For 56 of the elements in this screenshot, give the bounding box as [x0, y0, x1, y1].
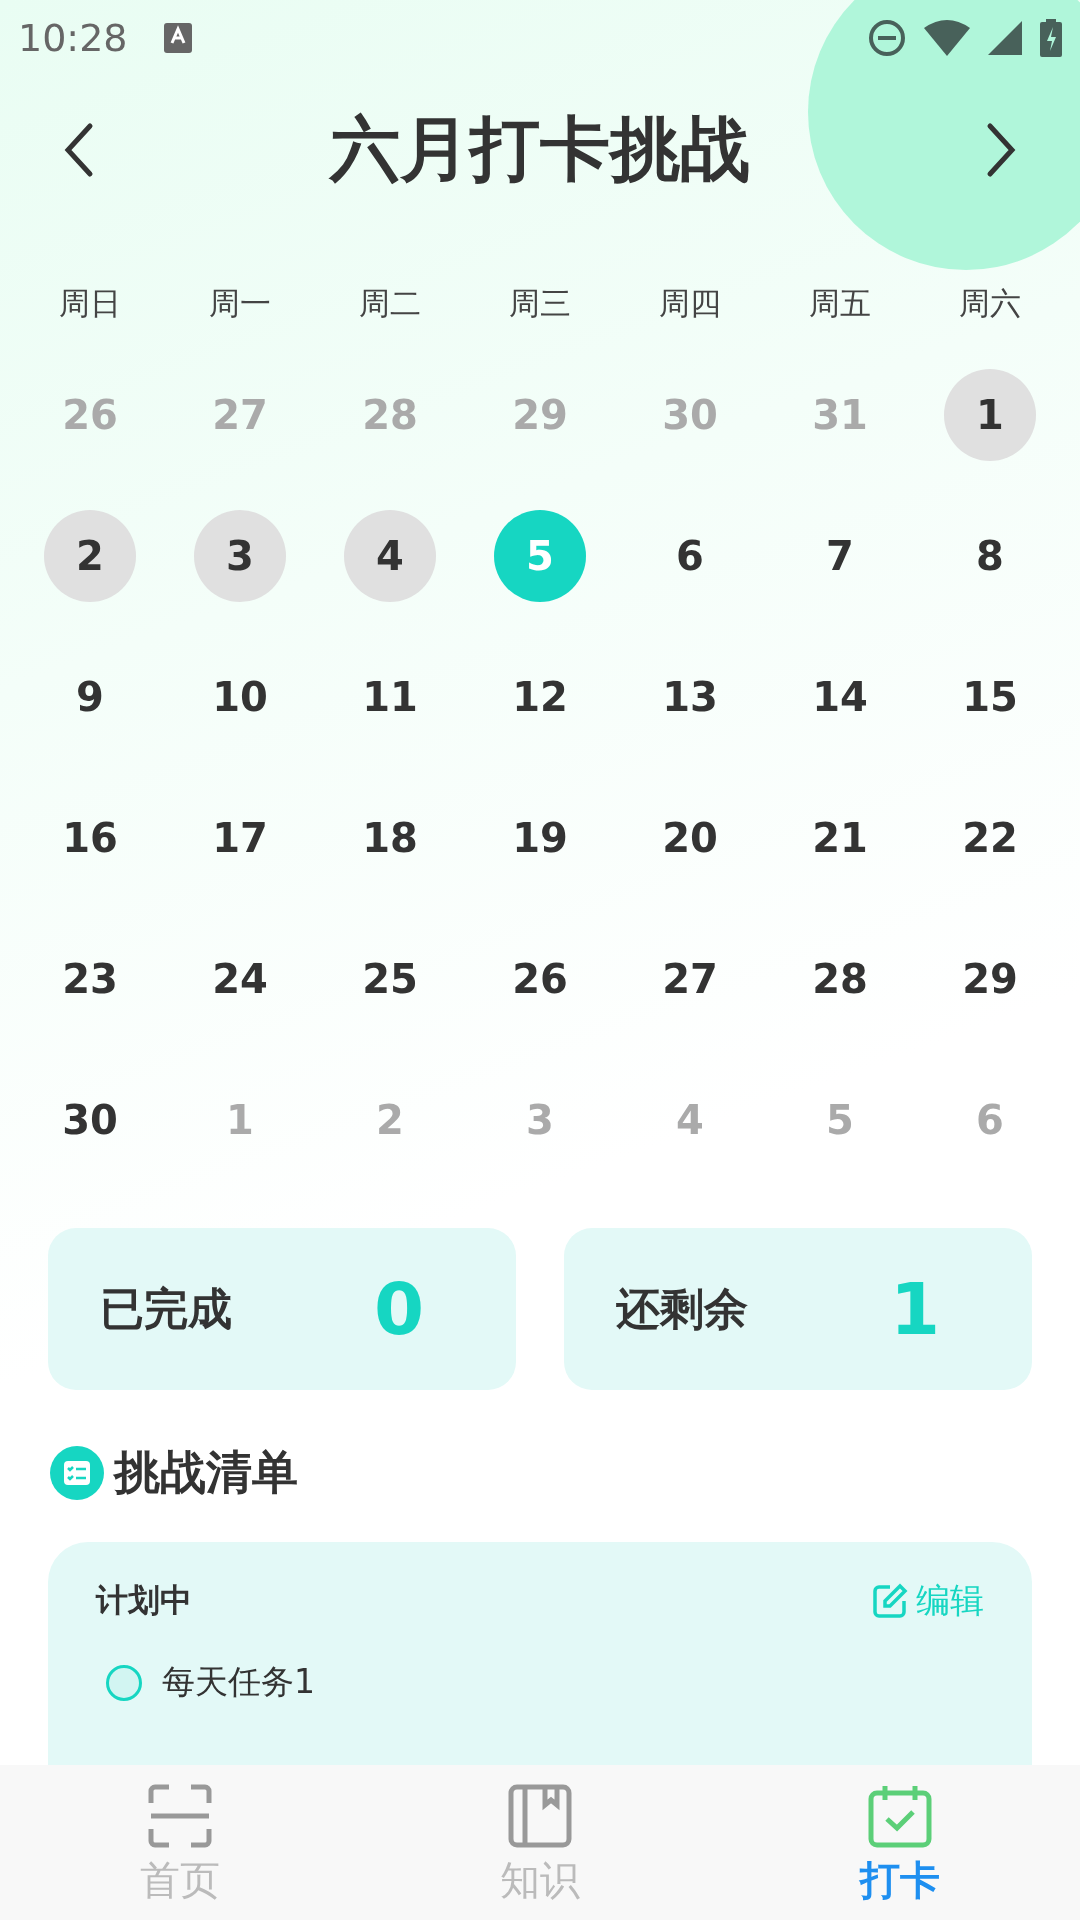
- calendar-day[interactable]: 27: [644, 932, 736, 1025]
- calendar-day[interactable]: 22: [944, 791, 1036, 884]
- calendar-day[interactable]: 1: [944, 368, 1036, 461]
- edit-icon: [872, 1583, 908, 1619]
- stat-value: 1: [889, 1267, 940, 1351]
- keyboard-icon: [163, 23, 192, 53]
- wifi-icon: [924, 20, 970, 56]
- calendar-day[interactable]: 26: [494, 932, 586, 1025]
- stat-label: 已完成: [100, 1281, 232, 1336]
- task-label: 每天任务1: [162, 1661, 315, 1703]
- calendar-day[interactable]: 23: [44, 932, 136, 1025]
- book-icon: [507, 1783, 573, 1849]
- calendar-day[interactable]: 28: [794, 932, 886, 1025]
- calendar-day[interactable]: 6: [644, 509, 736, 602]
- weekday-label: 周四: [659, 284, 721, 323]
- calendar-day[interactable]: 16: [44, 791, 136, 884]
- page-title: 六月打卡挑战: [330, 107, 750, 192]
- weekday-label: 周一: [209, 284, 271, 323]
- do-not-disturb-icon: [868, 19, 906, 57]
- checklist-icon: [50, 1446, 104, 1500]
- group-title: 计划中: [96, 1580, 192, 1621]
- calendar-day[interactable]: 13: [644, 650, 736, 743]
- calendar-day[interactable]: 30: [44, 1073, 136, 1166]
- signal-icon: [988, 21, 1022, 55]
- calendar-day[interactable]: 18: [344, 791, 436, 884]
- calendar-day[interactable]: 11: [344, 650, 436, 743]
- calendar-day[interactable]: 10: [194, 650, 286, 743]
- section-title: 挑战清单: [114, 1444, 298, 1501]
- calendar-day[interactable]: 4: [344, 509, 436, 602]
- calendar-day[interactable]: 14: [794, 650, 886, 743]
- battery-icon: [1040, 19, 1062, 57]
- calendar-day[interactable]: 25: [344, 932, 436, 1025]
- calendar-day[interactable]: 24: [194, 932, 286, 1025]
- weekday-label: 周三: [509, 284, 571, 323]
- calendar-day[interactable]: 8: [944, 509, 1036, 602]
- calendar-day[interactable]: 12: [494, 650, 586, 743]
- calendar-day[interactable]: 21: [794, 791, 886, 884]
- weekday-label: 周日: [59, 284, 121, 323]
- scan-icon: [147, 1783, 213, 1849]
- status-time: 10:28: [18, 16, 128, 60]
- stat-label: 还剩余: [616, 1281, 748, 1336]
- weekday-label: 周六: [959, 284, 1021, 323]
- calendar-day[interactable]: 15: [944, 650, 1036, 743]
- calendar-day[interactable]: 2: [44, 509, 136, 602]
- calendar-day[interactable]: 3: [194, 509, 286, 602]
- calendar-day[interactable]: 19: [494, 791, 586, 884]
- calendar-check-icon: [867, 1783, 933, 1849]
- weekday-label: 周五: [809, 284, 871, 323]
- task-checkbox[interactable]: [106, 1664, 142, 1701]
- calendar-day[interactable]: 29: [944, 932, 1036, 1025]
- stat-value: 0: [373, 1267, 424, 1351]
- calendar-day[interactable]: 17: [194, 791, 286, 884]
- weekday-label: 周二: [359, 284, 421, 323]
- calendar-day[interactable]: 7: [794, 509, 886, 602]
- calendar-day[interactable]: 9: [44, 650, 136, 743]
- calendar-day[interactable]: 20: [644, 791, 736, 884]
